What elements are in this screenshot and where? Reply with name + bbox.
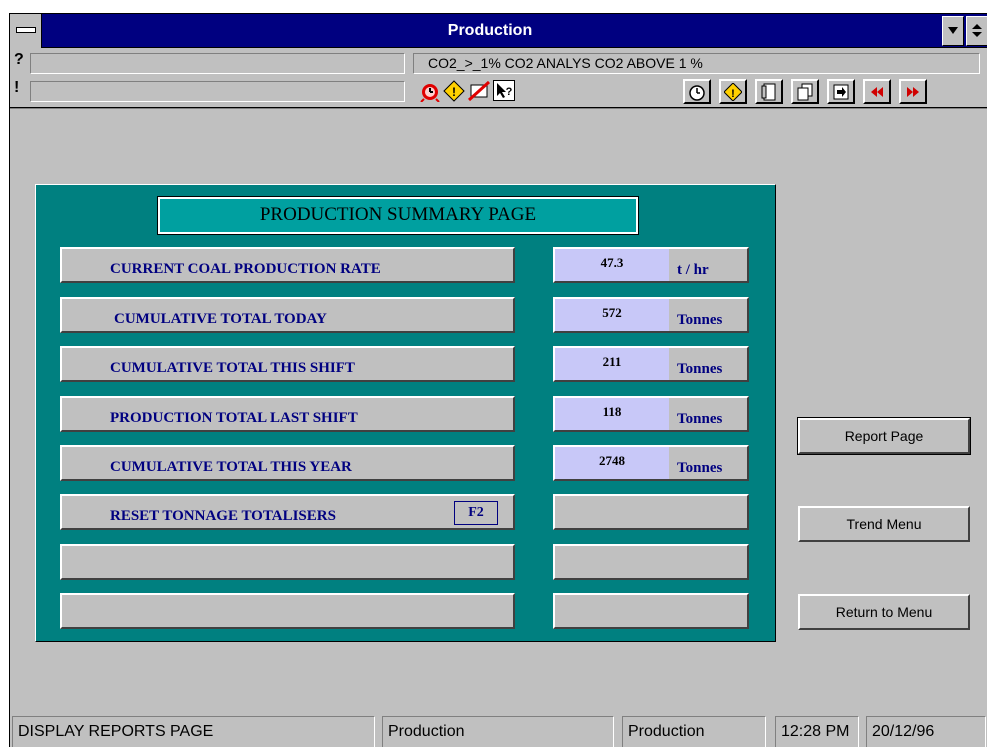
row-value-total-today: 572 Tonnes: [553, 297, 749, 333]
warning-button[interactable]: !: [719, 79, 747, 104]
unit-text: Tonnes: [677, 411, 723, 427]
row-value-total-this-shift: 211 Tonnes: [553, 346, 749, 382]
row-label-reset-totalisers[interactable]: RESET TONNAGE TOTALISERS F2: [60, 494, 515, 530]
row-label-total-this-shift: CUMULATIVE TOTAL THIS SHIFT: [60, 346, 515, 382]
rewind-icon: [871, 87, 883, 97]
value-text: 572: [555, 299, 669, 331]
restore-button[interactable]: [966, 16, 987, 46]
row-label-total-today: CUMULATIVE TOTAL TODAY: [60, 297, 515, 333]
help-pointer-icon[interactable]: ?: [493, 80, 515, 101]
unit-text: Tonnes: [677, 361, 723, 377]
clock-icon: [689, 85, 705, 101]
triangle-down-icon: [948, 27, 958, 34]
production-summary-panel: PRODUCTION SUMMARY PAGE CURRENT COAL PRO…: [35, 184, 776, 642]
row-label-total-this-year: CUMULATIVE TOTAL THIS YEAR: [60, 445, 515, 481]
svg-text:?: ?: [506, 86, 513, 98]
restore-arrows-icon: [972, 24, 982, 37]
fast-forward-button[interactable]: [899, 79, 927, 104]
row-value-total-this-year: 2748 Tonnes: [553, 445, 749, 481]
document-icon: [761, 83, 776, 101]
row-label-empty: [60, 593, 515, 629]
status-area: Production: [382, 716, 614, 747]
value-text: 47.3: [555, 249, 669, 281]
unit-text: t / hr: [677, 262, 709, 278]
window-title: Production: [447, 22, 533, 39]
unit-text: Tonnes: [677, 312, 723, 328]
label-text: CURRENT COAL PRODUCTION RATE: [110, 261, 381, 277]
f2-key-badge[interactable]: F2: [454, 501, 498, 525]
export-button[interactable]: [827, 79, 855, 104]
row-value-empty: [553, 593, 749, 629]
return-to-menu-button[interactable]: Return to Menu: [798, 594, 970, 630]
minimize-button[interactable]: [942, 16, 964, 46]
export-icon: [833, 84, 849, 100]
pages-button[interactable]: [791, 79, 819, 104]
fast-forward-icon: [907, 87, 919, 97]
row-value-production-rate: 47.3 t / hr: [553, 247, 749, 283]
warning-diamond-icon[interactable]: !: [442, 80, 466, 102]
value-text: 118: [555, 398, 669, 430]
row-value-reset-totalisers: [553, 494, 749, 530]
row-label-production-rate: CURRENT COAL PRODUCTION RATE: [60, 247, 515, 283]
warning-icon: !: [724, 83, 742, 101]
title-bar: Production: [10, 14, 987, 48]
trend-menu-button[interactable]: Trend Menu: [798, 506, 970, 542]
question-icon: ?: [14, 51, 24, 68]
report-page-button[interactable]: Report Page: [797, 417, 971, 455]
label-text: PRODUCTION TOTAL LAST SHIFT: [110, 410, 358, 426]
status-date: 20/12/96: [866, 716, 986, 747]
row-label-total-last-shift: PRODUCTION TOTAL LAST SHIFT: [60, 396, 515, 432]
system-menu-button[interactable]: [10, 14, 42, 48]
document-button[interactable]: [755, 79, 783, 104]
system-menu-icon: [16, 27, 36, 33]
label-text: CUMULATIVE TOTAL THIS YEAR: [110, 459, 352, 475]
row-value-total-last-shift: 118 Tonnes: [553, 396, 749, 432]
row-value-empty: [553, 544, 749, 580]
value-text: 211: [555, 348, 669, 380]
svg-text:!: !: [452, 85, 456, 99]
alarm-row-toolbar: ! ! ? !: [10, 77, 987, 105]
alarm-message[interactable]: CO2_>_1% CO2 ANALYS CO2 ABOVE 1 %: [413, 53, 980, 74]
toolbar-divider: [10, 107, 987, 109]
clock-button[interactable]: [683, 79, 711, 104]
status-page: Production: [622, 716, 766, 747]
status-bar: DISPLAY REPORTS PAGE Production Producti…: [10, 713, 987, 747]
value-text: 2748: [555, 447, 669, 479]
row-label-empty: [60, 544, 515, 580]
unit-text: Tonnes: [677, 460, 723, 476]
alarm-row-current: ? CO2_>_1% CO2 ANALYS CO2 ABOVE 1 %: [10, 49, 987, 77]
label-text: CUMULATIVE TOTAL TODAY: [114, 311, 327, 327]
label-text: CUMULATIVE TOTAL THIS SHIFT: [110, 360, 355, 376]
label-text: RESET TONNAGE TOTALISERS: [110, 508, 336, 524]
status-message: DISPLAY REPORTS PAGE: [12, 716, 375, 747]
pages-icon: [797, 83, 813, 101]
page-title: PRODUCTION SUMMARY PAGE: [157, 196, 639, 235]
alarm-info-field: [30, 81, 405, 102]
application-window: Production ? CO2_>_1% CO2 ANALYS CO2 ABO…: [9, 13, 987, 747]
svg-text:!: !: [731, 88, 735, 100]
alarm-clock-icon[interactable]: [418, 80, 442, 103]
status-time: 12:28 PM: [775, 716, 859, 747]
alarm-status-field: [30, 53, 405, 74]
rewind-button[interactable]: [863, 79, 891, 104]
no-entry-icon[interactable]: [467, 80, 491, 102]
exclamation-icon: !: [14, 79, 20, 96]
